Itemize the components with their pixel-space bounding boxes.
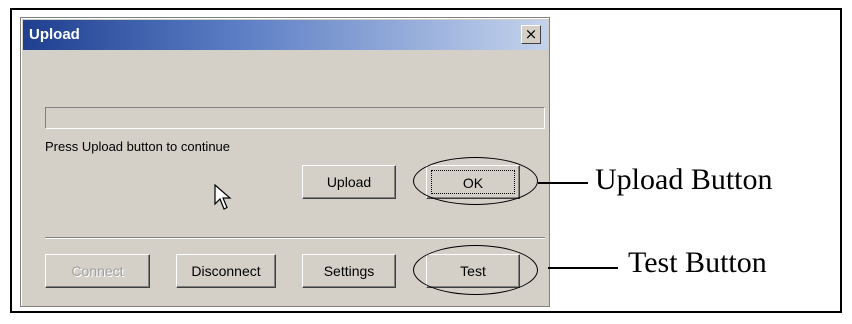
upload-button-callout-label: Upload Button	[595, 163, 773, 196]
connect-button[interactable]: Connect	[45, 254, 150, 288]
divider	[45, 237, 545, 239]
close-icon: ×	[524, 25, 538, 43]
test-callout-line	[548, 267, 618, 269]
upload-progress-bar	[45, 107, 545, 129]
ok-button[interactable]: OK	[426, 165, 520, 199]
dialog-title: Upload	[29, 26, 80, 43]
test-button[interactable]: Test	[426, 254, 520, 288]
upload-callout-line	[538, 182, 588, 184]
close-button[interactable]: ×	[521, 25, 541, 44]
disconnect-button[interactable]: Disconnect	[176, 254, 276, 288]
ok-button-label: OK	[431, 170, 515, 194]
upload-dialog: Upload × Press Upload button to continue…	[20, 17, 550, 307]
title-bar: Upload ×	[23, 20, 547, 50]
test-button-callout-label: Test Button	[628, 246, 767, 279]
settings-button[interactable]: Settings	[302, 254, 396, 288]
upload-button[interactable]: Upload	[302, 165, 396, 199]
mouse-pointer-icon	[214, 184, 232, 210]
status-text: Press Upload button to continue	[45, 139, 231, 154]
